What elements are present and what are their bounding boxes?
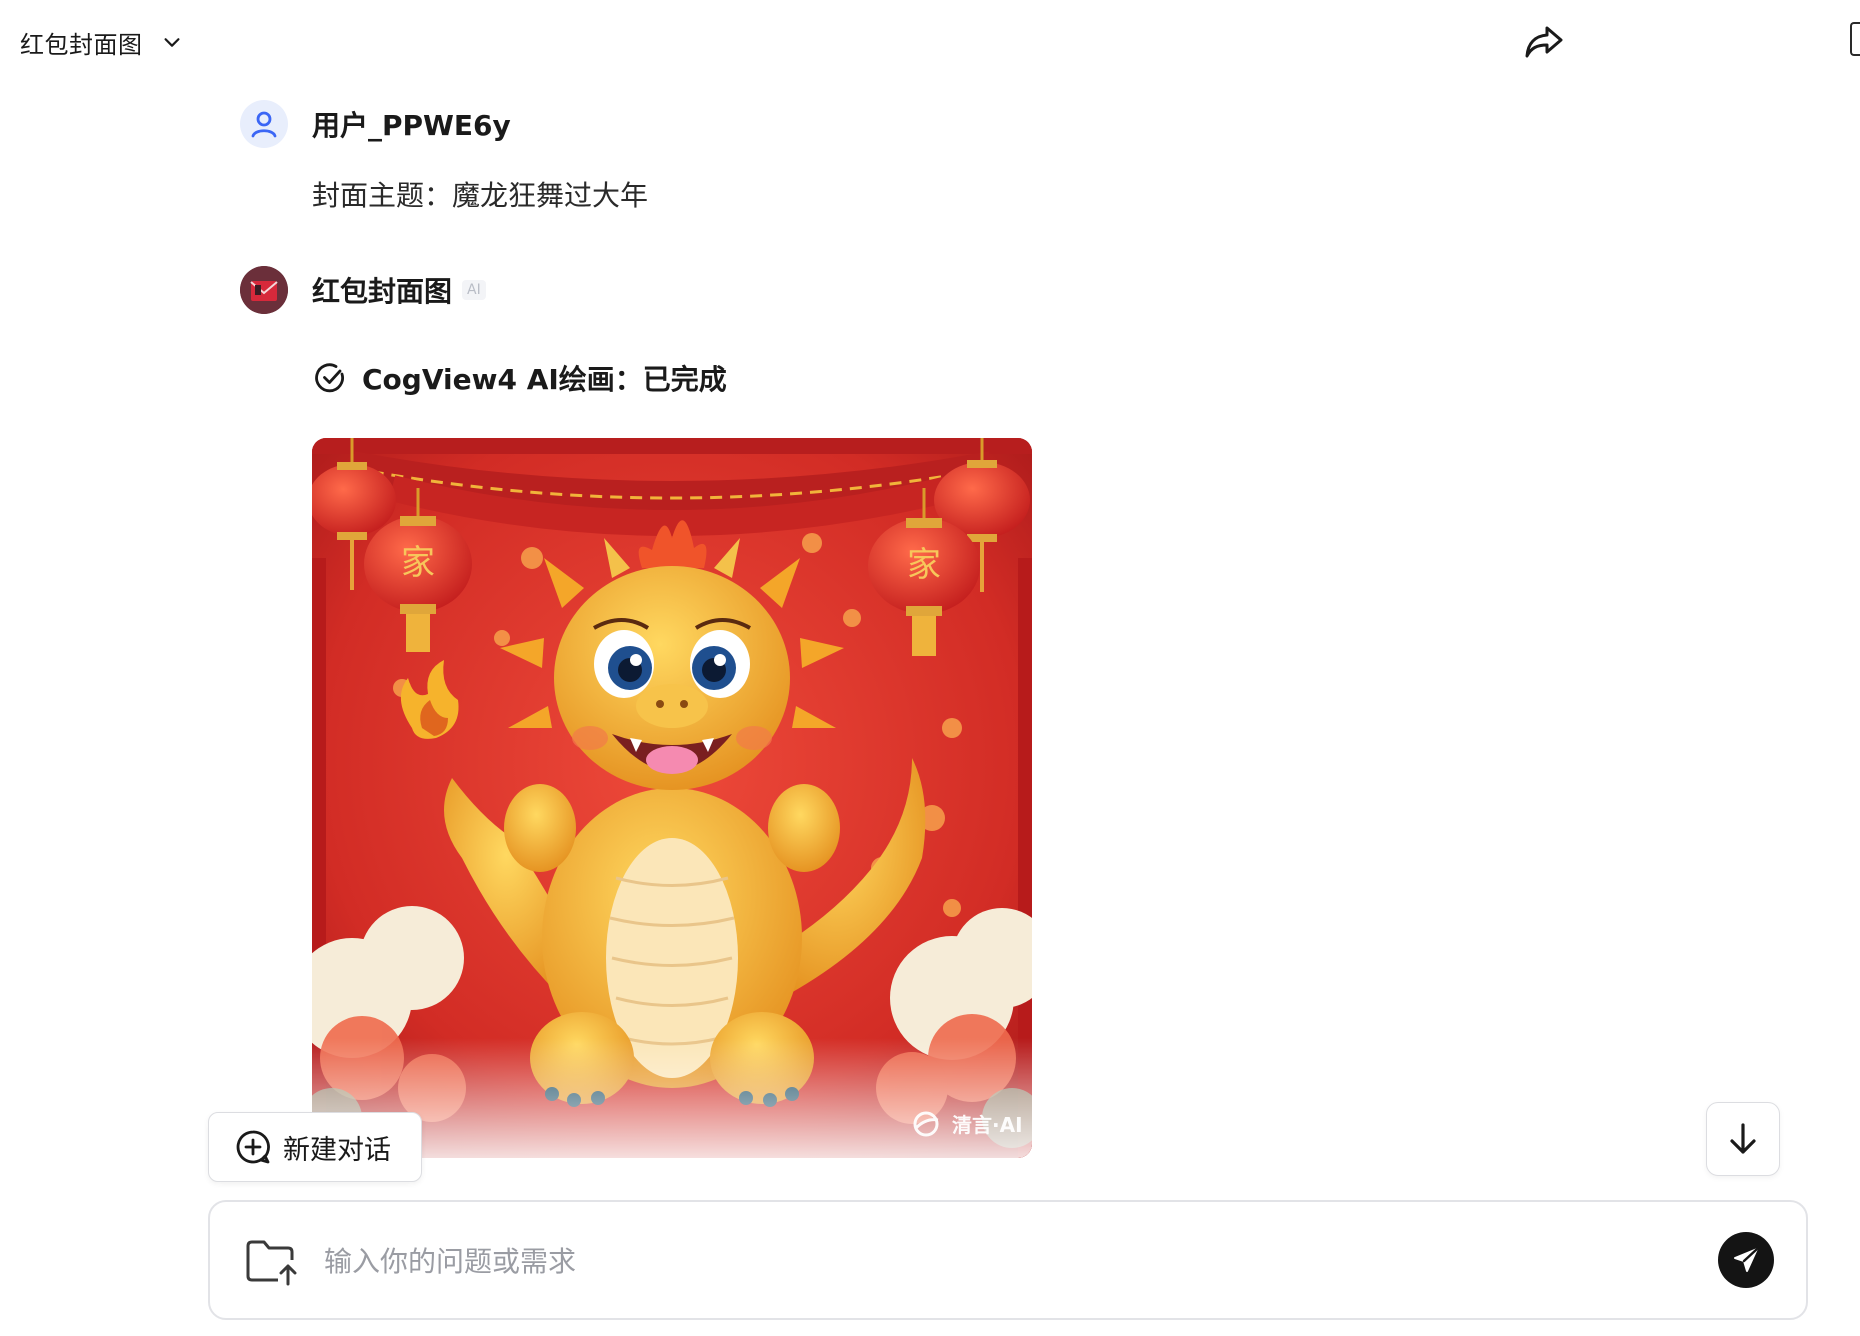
bot-avatar xyxy=(240,266,288,314)
bot-name-row: 红包封面图 AI xyxy=(312,270,486,310)
red-envelope-icon xyxy=(240,266,288,314)
svg-text:家: 家 xyxy=(401,543,435,583)
message-input[interactable] xyxy=(322,1230,1626,1292)
ai-badge: AI xyxy=(462,280,486,300)
generated-image[interactable]: 家 家 清言·AI xyxy=(312,438,1032,1158)
new-chat-label: 新建对话 xyxy=(283,1134,391,1166)
send-icon xyxy=(1734,1247,1759,1272)
user-avatar xyxy=(240,100,288,148)
svg-text:清言·AI: 清言·AI xyxy=(952,1113,1023,1137)
user-icon xyxy=(251,111,277,138)
new-chat-button[interactable]: 新建对话 xyxy=(208,1112,422,1182)
share-button[interactable] xyxy=(1520,18,1568,66)
bot-title: 红包封面图 xyxy=(20,30,143,59)
folder-upload-icon[interactable] xyxy=(244,1236,300,1288)
bot-name: 红包封面图 xyxy=(312,275,453,308)
status-text: CogView4 AI绘画：已完成 xyxy=(362,363,727,396)
bot-switcher-dropdown[interactable]: 红包封面图 xyxy=(20,20,183,64)
message-composer xyxy=(208,1200,1808,1320)
svg-text:家: 家 xyxy=(907,545,941,585)
dragon-illustration: 家 家 清言·AI xyxy=(312,438,1032,1158)
send-button[interactable] xyxy=(1718,1232,1774,1288)
scroll-to-bottom-button[interactable] xyxy=(1706,1102,1780,1176)
chat-plus-icon xyxy=(236,1130,270,1164)
top-bar: 红包封面图 xyxy=(0,0,1860,84)
user-message-text: 封面主题：魔龙狂舞过大年 xyxy=(312,179,649,212)
chevron-down-icon xyxy=(163,38,180,47)
generation-status: CogView4 AI绘画：已完成 xyxy=(314,358,727,398)
arrow-down-icon xyxy=(1730,1123,1756,1154)
sidebar-toggle-button[interactable] xyxy=(1850,22,1860,56)
user-name: 用户_PPWE6y xyxy=(312,109,511,142)
share-icon xyxy=(1525,26,1563,58)
check-circle-icon xyxy=(315,363,344,393)
